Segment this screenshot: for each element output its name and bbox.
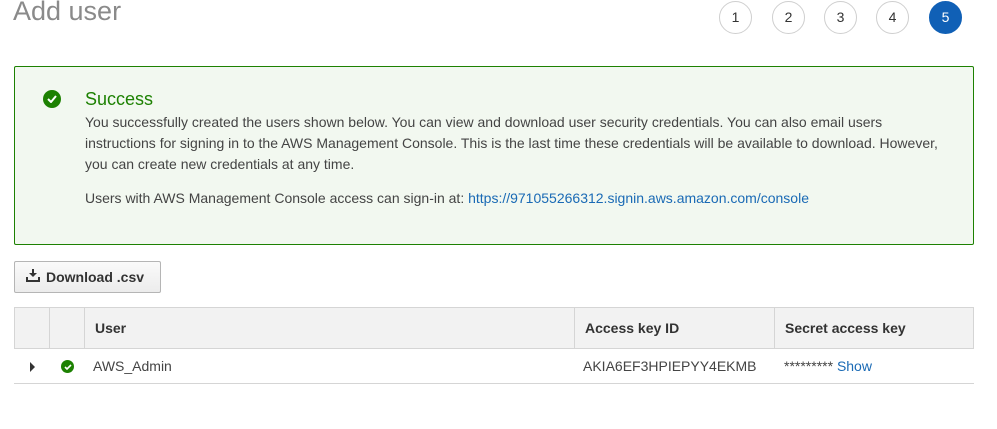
show-secret-link[interactable]: Show bbox=[837, 358, 872, 374]
header-secret-access-key[interactable]: Secret access key bbox=[774, 308, 973, 348]
step-5[interactable]: 5 bbox=[929, 1, 962, 34]
step-1[interactable]: 1 bbox=[719, 1, 752, 34]
signin-prefix: Users with AWS Management Console access… bbox=[85, 190, 465, 206]
header-status-col bbox=[49, 308, 84, 348]
secret-masked: ********* bbox=[784, 358, 834, 374]
credentials-table: User Access key ID Secret access key AWS… bbox=[14, 307, 974, 384]
alert-title: Success bbox=[85, 89, 154, 109]
download-csv-button[interactable]: Download .csv bbox=[14, 261, 161, 293]
header-user[interactable]: User bbox=[84, 308, 574, 348]
step-3[interactable]: 3 bbox=[824, 1, 857, 34]
table-row: AWS_Admin AKIA6EF3HPIEPYY4EKMB *********… bbox=[14, 349, 974, 384]
signin-info: Users with AWS Management Console access… bbox=[85, 190, 809, 206]
cell-secret-access-key: ********* Show bbox=[784, 349, 872, 383]
header-expand-col bbox=[15, 308, 49, 348]
table-header: User Access key ID Secret access key bbox=[14, 307, 974, 349]
page-title: Add user bbox=[13, 0, 122, 26]
step-2[interactable]: 2 bbox=[772, 1, 805, 34]
download-label: Download .csv bbox=[46, 269, 145, 285]
expand-caret-icon[interactable] bbox=[30, 362, 35, 372]
download-icon bbox=[26, 269, 40, 285]
success-alert: Success You successfully created the use… bbox=[14, 66, 974, 245]
success-check-icon bbox=[43, 90, 61, 108]
cell-user: AWS_Admin bbox=[93, 358, 172, 374]
signin-url-link[interactable]: https://971055266312.signin.aws.amazon.c… bbox=[468, 190, 809, 206]
cell-access-key-id: AKIA6EF3HPIEPYY4EKMB bbox=[583, 358, 757, 374]
row-success-icon bbox=[61, 360, 74, 373]
header-access-key-id[interactable]: Access key ID bbox=[574, 308, 774, 348]
alert-message: You successfully created the users shown… bbox=[85, 114, 938, 172]
step-4[interactable]: 4 bbox=[876, 1, 909, 34]
